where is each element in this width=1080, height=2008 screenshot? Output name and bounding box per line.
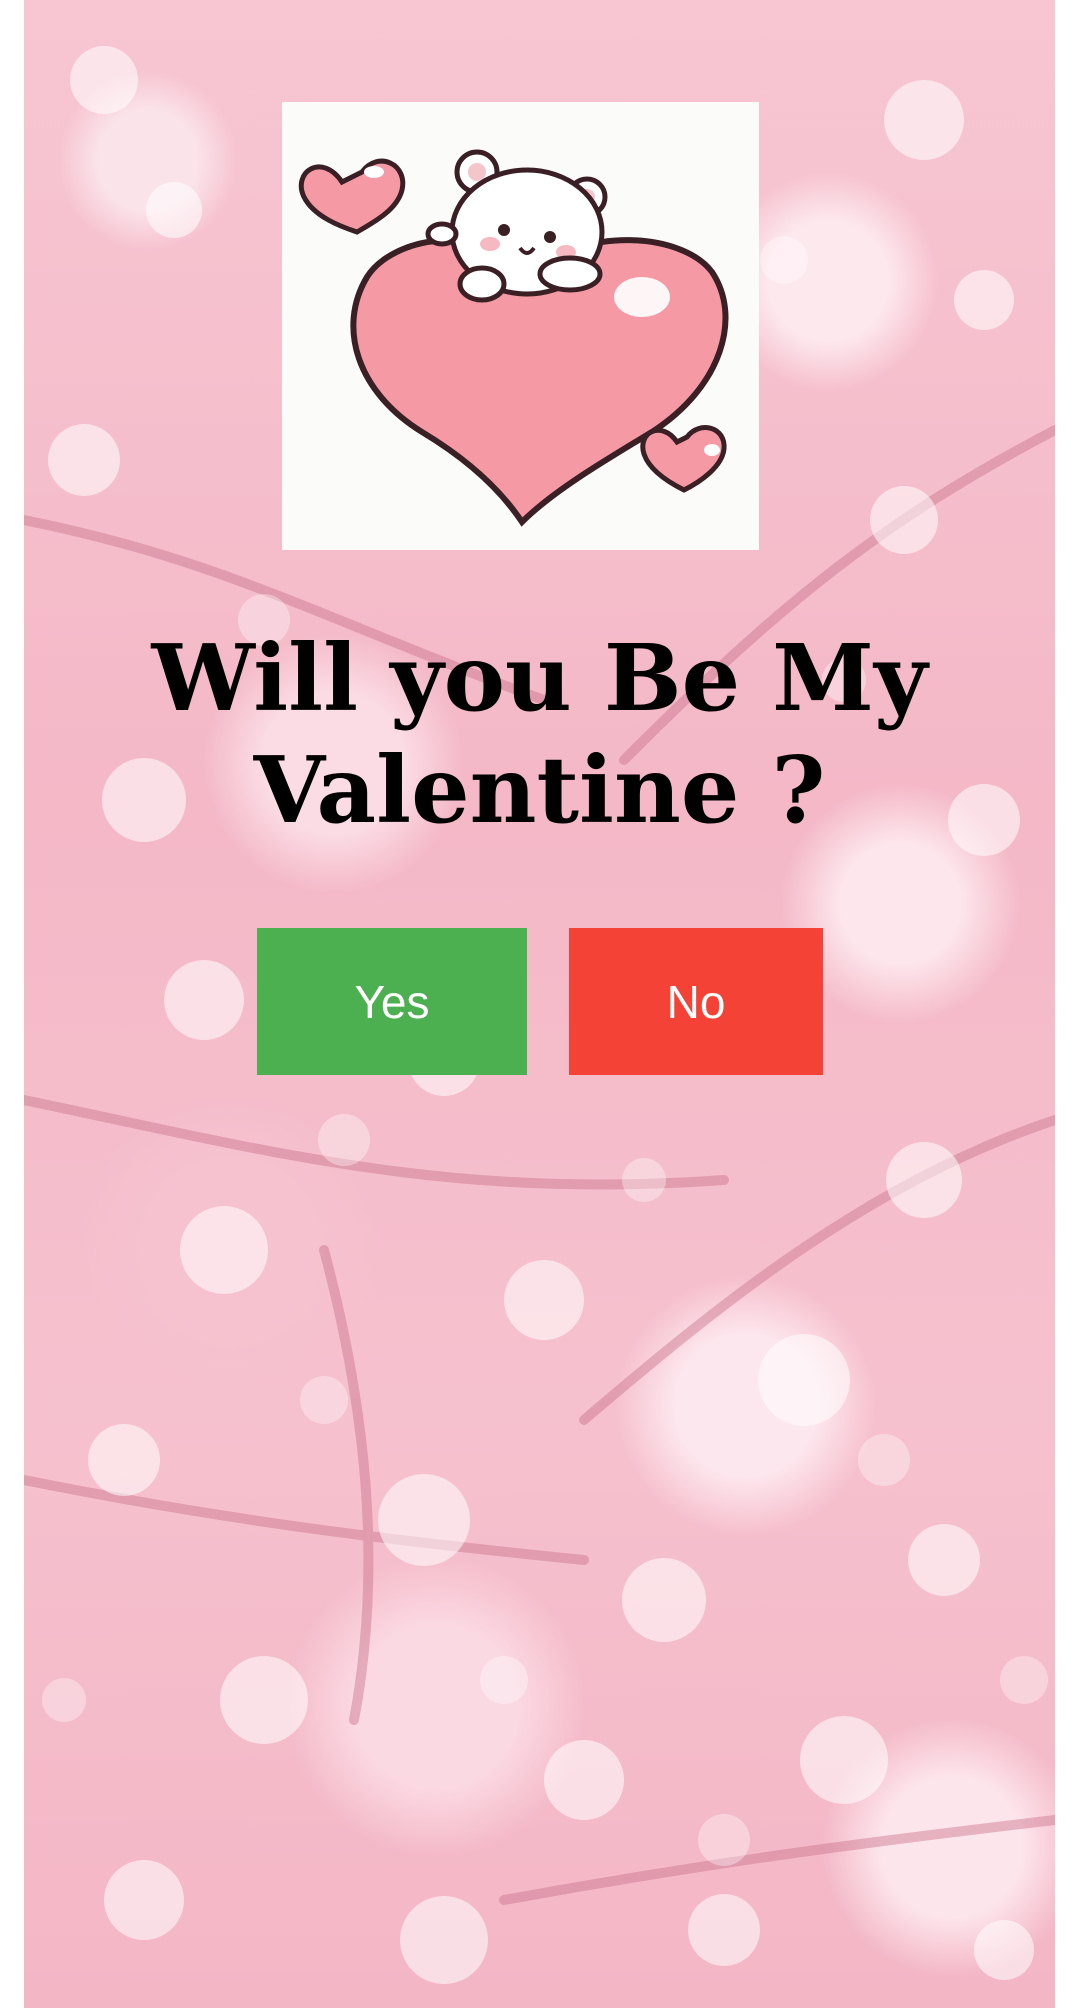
bear-heart-illustration [282,102,759,550]
app-screen: Will you Be My Valentine ? Yes No [24,0,1055,2008]
yes-button[interactable]: Yes [257,928,527,1075]
no-button[interactable]: No [569,928,823,1075]
page-title: Will you Be My Valentine ? [151,624,928,844]
bear-hugging-heart-icon [298,149,729,527]
